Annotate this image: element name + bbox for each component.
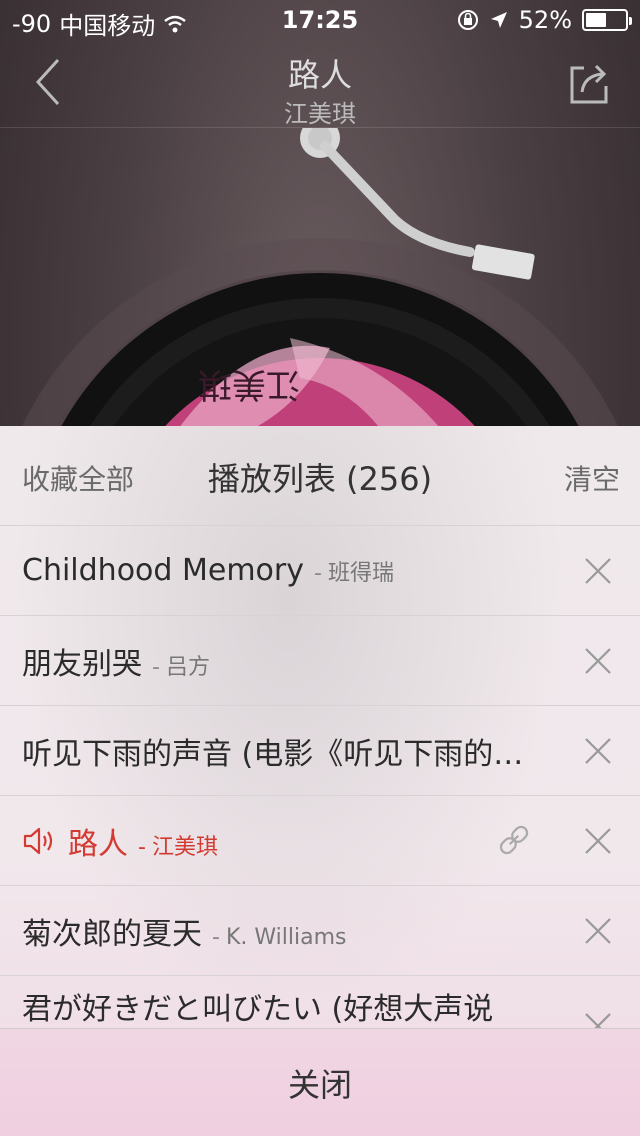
speaker-icon xyxy=(23,827,53,854)
close-button[interactable]: 关闭 xyxy=(0,1028,640,1136)
record-area: 江美琪 xyxy=(0,128,640,428)
song-name: Childhood Memory xyxy=(22,553,304,588)
song-artist: 江美琪 xyxy=(151,834,218,860)
list-item[interactable]: Childhood Memory - 班得瑞 xyxy=(0,526,640,616)
separator: - xyxy=(152,654,160,680)
row-text: 听见下雨的声音 (电影《听见下雨的… xyxy=(22,729,562,773)
close-label: 关闭 xyxy=(287,1065,352,1104)
close-icon[interactable] xyxy=(584,737,612,765)
playlist-list: Childhood Memory - 班得瑞 朋友别哭 - 吕方 听见下雨的声音… xyxy=(0,526,640,1039)
link-icon[interactable] xyxy=(496,822,532,858)
row-text: 菊次郎的夏天 - K. Williams xyxy=(22,909,562,953)
separator: - xyxy=(313,561,322,586)
list-item[interactable]: 朋友别哭 - 吕方 xyxy=(0,616,640,706)
status-right: 52% xyxy=(457,6,632,34)
artist-name: 江美琪 xyxy=(284,100,356,128)
song-name: 菊次郎的夏天 xyxy=(22,916,202,952)
list-item[interactable]: 听见下雨的声音 (电影《听见下雨的… xyxy=(0,706,640,796)
song-artist: 班得瑞 xyxy=(327,561,394,586)
orientation-lock-icon xyxy=(457,10,478,30)
list-item[interactable]: 君が好きだと叫びたい (好想大声说 xyxy=(0,976,640,1039)
song-artist: K. Williams xyxy=(225,924,347,950)
song-name: 听见下雨的声音 (电影《听见下雨的… xyxy=(22,736,524,772)
album-art-text: 江美琪 xyxy=(198,364,300,404)
separator: - xyxy=(212,924,220,950)
song-name: 朋友别哭 xyxy=(22,646,142,682)
row-text: Childhood Memory - 班得瑞 xyxy=(22,553,562,588)
close-icon[interactable] xyxy=(584,827,612,855)
battery-percent: 52% xyxy=(518,6,572,34)
close-icon[interactable] xyxy=(584,557,612,585)
playlist-header: 收藏全部 播放列表 (256) 清空 xyxy=(0,426,640,526)
turntable-graphic: 江美琪 xyxy=(21,128,619,428)
close-icon[interactable] xyxy=(584,647,612,675)
song-title: 路人 xyxy=(287,56,352,94)
nav-bar: 路人 江美琪 xyxy=(0,40,640,128)
playlist-title: 播放列表 (256) xyxy=(207,460,433,498)
song-name: 君が好きだと叫びたい (好想大声说 xyxy=(22,992,494,1027)
close-icon[interactable] xyxy=(584,917,612,945)
location-icon xyxy=(490,12,507,28)
share-icon[interactable] xyxy=(568,56,612,108)
list-item[interactable]: 菊次郎的夏天 - K. Williams xyxy=(0,886,640,976)
song-artist: 吕方 xyxy=(165,654,210,680)
status-bar: -90 中国移动 17:25 52% xyxy=(0,0,640,40)
row-text: 君が好きだと叫びたい (好想大声说 xyxy=(22,984,582,1028)
row-text: 朋友别哭 - 吕方 xyxy=(22,639,562,683)
clear-button[interactable]: 清空 xyxy=(564,458,620,498)
battery-fill xyxy=(586,13,606,27)
list-item-playing[interactable]: 路人 - 江美琪 xyxy=(0,796,640,886)
separator: - xyxy=(138,834,146,860)
song-name: 路人 xyxy=(68,826,128,862)
playlist-sheet: 收藏全部 播放列表 (256) 清空 Childhood Memory - 班得… xyxy=(0,426,640,1136)
battery-icon xyxy=(582,9,632,31)
row-text: 路人 - 江美琪 xyxy=(62,819,482,863)
